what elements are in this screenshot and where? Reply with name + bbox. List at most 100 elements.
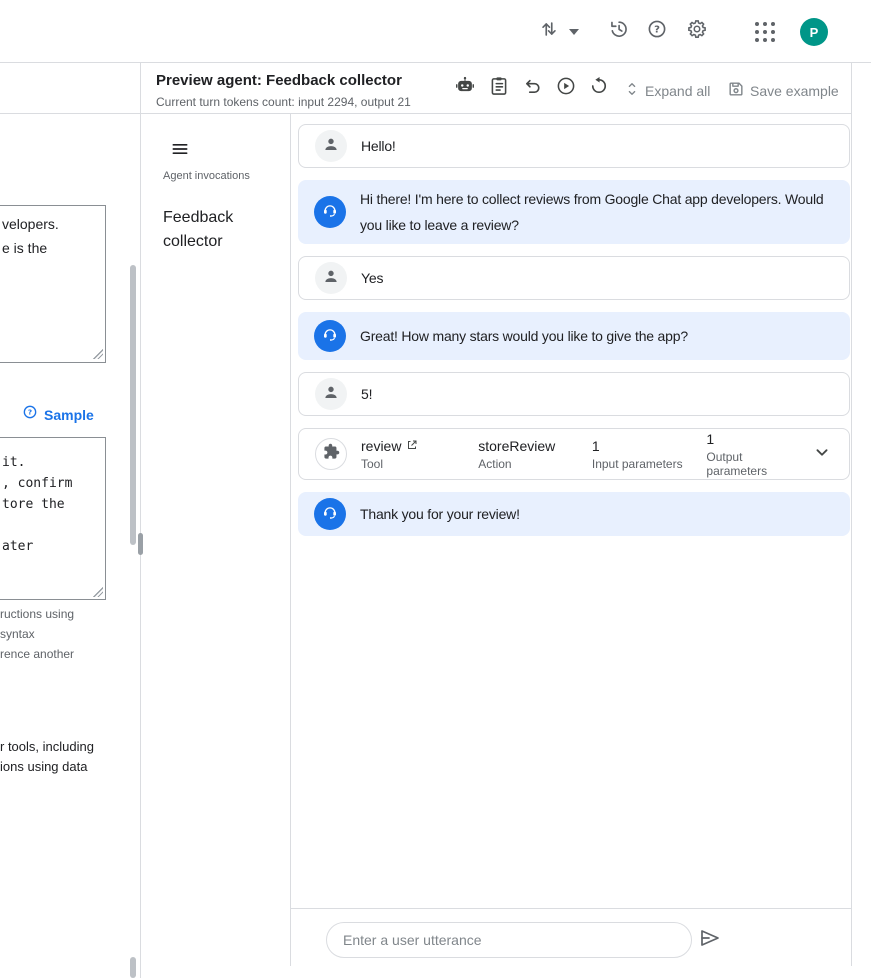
- chat-panel-right-border: [851, 62, 852, 966]
- goal-text-fragment: e is the: [2, 240, 47, 256]
- tool-invocation-row[interactable]: review Tool storeReview Action 1 Input p…: [298, 428, 850, 480]
- instructions-fragment: tore the: [2, 494, 65, 515]
- instructions-fragment: it.: [2, 452, 25, 473]
- sample-label: Sample: [44, 407, 94, 423]
- robot-icon: [454, 75, 476, 102]
- description-text: ions using data: [0, 759, 87, 774]
- help-circle-icon: ?: [22, 404, 38, 425]
- person-icon: [322, 383, 340, 406]
- instructions-fragment: ater: [2, 536, 33, 557]
- agent-avatar: [314, 498, 346, 530]
- settings-button[interactable]: [686, 20, 708, 42]
- helper-text: syntax: [0, 627, 35, 641]
- expand-row-button[interactable]: [811, 441, 833, 468]
- sample-link[interactable]: ? Sample: [22, 404, 94, 425]
- tool-avatar: [315, 438, 347, 470]
- output-params-count: 1: [706, 431, 714, 447]
- restart-button[interactable]: [588, 77, 610, 99]
- transcript-button[interactable]: [488, 77, 510, 99]
- menu-button[interactable]: [169, 140, 191, 162]
- undo-button[interactable]: [521, 77, 543, 99]
- chevron-down-icon: [811, 441, 833, 468]
- app-window: ? P velopers. e is the ? Sample it. , co…: [0, 0, 871, 978]
- topbar: ? P: [0, 0, 871, 62]
- action-name: storeReview: [478, 438, 555, 454]
- restart-icon: [588, 75, 610, 102]
- message-text: Yes: [361, 265, 383, 291]
- user-avatar: [315, 378, 347, 410]
- action-caption: Action: [478, 457, 578, 471]
- goal-text-fragment: velopers.: [2, 216, 59, 232]
- agent-invocations-label: Agent invocations: [163, 170, 250, 182]
- user-avatar: [315, 262, 347, 294]
- textarea-resize-grip[interactable]: [93, 587, 103, 597]
- agent-robot-button[interactable]: [454, 77, 476, 99]
- save-example-label: Save example: [750, 83, 839, 99]
- left-panel-divider[interactable]: [140, 62, 141, 978]
- output-params-caption: Output parameters: [706, 450, 797, 478]
- textarea-resize-grip[interactable]: [93, 349, 103, 359]
- save-example-button[interactable]: Save example: [726, 79, 839, 102]
- message-text: Great! How many stars would you like to …: [360, 323, 688, 349]
- apps-grid-button[interactable]: [754, 21, 776, 43]
- input-params-column: 1 Input parameters: [592, 438, 693, 471]
- left-panel-scrollbar-segment[interactable]: [130, 957, 136, 978]
- input-area-divider: [290, 908, 851, 909]
- tool-column: review Tool: [361, 438, 464, 471]
- settings-gear-icon: [686, 18, 708, 45]
- message-text: Hi there! I'm here to collect reviews fr…: [360, 186, 834, 238]
- expand-all-button[interactable]: Expand all: [623, 80, 710, 101]
- save-icon: [726, 79, 746, 102]
- arrow-drop-down-icon: [569, 22, 579, 40]
- history-button[interactable]: [607, 20, 629, 42]
- help-button[interactable]: ?: [646, 20, 668, 42]
- agent-avatar: [314, 320, 346, 352]
- preview-title: Preview agent: Feedback collector: [156, 72, 402, 89]
- input-params-caption: Input parameters: [592, 457, 693, 471]
- description-text: r tools, including: [0, 739, 94, 754]
- play-circle-icon: [555, 75, 577, 102]
- instructions-fragment: , confirm: [2, 473, 72, 494]
- swap-vert-icon: [538, 18, 560, 45]
- output-params-column: 1 Output parameters: [706, 431, 797, 478]
- chat-message-user: Hello!: [298, 124, 850, 168]
- expand-all-label: Expand all: [645, 83, 710, 99]
- sort-dropdown-button[interactable]: [568, 27, 580, 35]
- avatar-initial: P: [800, 18, 828, 46]
- chat-message-agent: Great! How many stars would you like to …: [298, 312, 850, 360]
- helper-text: rence another: [0, 647, 74, 661]
- panel-resize-handle[interactable]: [138, 533, 143, 555]
- play-button[interactable]: [555, 77, 577, 99]
- extension-icon: [323, 443, 340, 465]
- apps-grid-icon: [755, 22, 775, 42]
- tool-caption: Tool: [361, 457, 464, 471]
- left-panel-scrollbar[interactable]: [130, 265, 136, 545]
- input-params-count: 1: [592, 438, 600, 454]
- sort-button[interactable]: [538, 20, 560, 42]
- agent-avatar: [314, 196, 346, 228]
- support-agent-icon: [321, 201, 339, 224]
- svg-text:?: ?: [28, 408, 32, 417]
- chat-message-agent: Thank you for your review!: [298, 492, 850, 536]
- nav-item-feedback-collector[interactable]: Feedback collector: [163, 206, 275, 254]
- chat-message-agent: Hi there! I'm here to collect reviews fr…: [298, 180, 850, 244]
- help-icon: ?: [646, 18, 668, 45]
- person-icon: [322, 135, 340, 158]
- support-agent-icon: [321, 325, 339, 348]
- undo-icon: [521, 75, 543, 102]
- message-text: Thank you for your review!: [360, 501, 520, 527]
- action-column: storeReview Action: [478, 438, 578, 471]
- preview-token-count: Current turn tokens count: input 2294, o…: [156, 95, 411, 109]
- support-agent-icon: [321, 503, 339, 526]
- send-button[interactable]: [698, 928, 722, 952]
- hamburger-icon: [170, 139, 190, 164]
- open-in-new-icon[interactable]: [406, 438, 418, 454]
- account-avatar[interactable]: P: [800, 18, 828, 46]
- clipboard-icon: [488, 75, 510, 102]
- helper-text: ructions using: [0, 607, 74, 621]
- person-icon: [322, 267, 340, 290]
- utterance-input[interactable]: [326, 922, 692, 958]
- topbar-divider: [0, 62, 871, 63]
- unfold-more-icon: [623, 80, 641, 101]
- send-icon: [698, 926, 722, 955]
